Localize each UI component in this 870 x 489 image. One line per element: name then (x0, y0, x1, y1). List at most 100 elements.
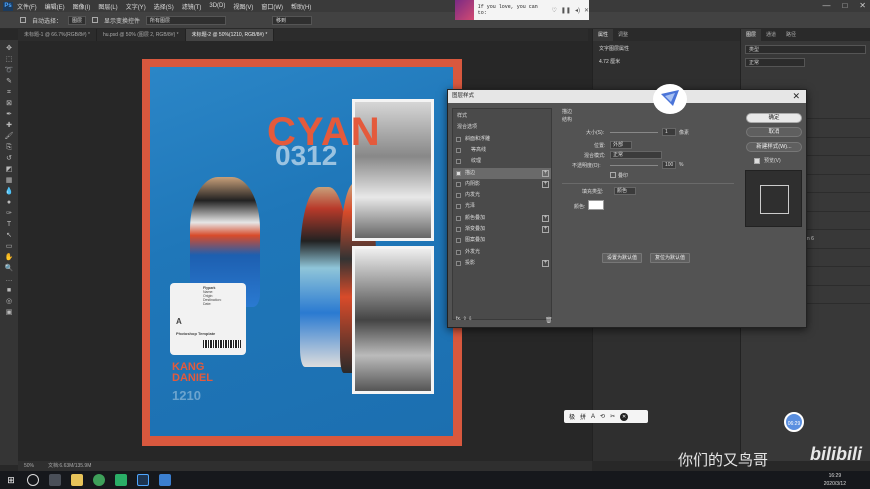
menu-help[interactable]: 帮助(H) (291, 2, 311, 11)
maximize-button[interactable]: □ (842, 0, 847, 12)
fx-footer-icons[interactable]: fx. ⇧ ⇩ (456, 316, 472, 322)
style-item[interactable]: 样式 (453, 111, 551, 122)
frame-icon[interactable]: ⊠ (3, 98, 15, 109)
style-checkbox[interactable] (456, 204, 461, 210)
healing-icon[interactable]: ✚ (3, 120, 15, 131)
gradient-icon[interactable]: ▦ (3, 175, 15, 186)
crop-icon[interactable]: ⌗ (3, 87, 15, 98)
menu-view[interactable]: 视图(V) (233, 2, 253, 11)
tool-text[interactable]: A (591, 414, 595, 420)
align-dropdown[interactable]: 所有图层 (146, 15, 227, 25)
style-checkbox[interactable] (456, 227, 461, 232)
type-icon[interactable]: T (3, 219, 15, 230)
pause-icon[interactable]: ❚❚ (561, 7, 571, 14)
tab-channels[interactable]: 通道 (761, 29, 781, 41)
menu-select[interactable]: 选择(S) (154, 2, 174, 11)
chrome-icon[interactable] (93, 474, 105, 486)
style-item[interactable]: 图案叠加 (453, 235, 551, 246)
style-item[interactable]: 等高线 (453, 145, 551, 156)
emboss-checkbox[interactable] (610, 172, 616, 178)
menu-filter[interactable]: 滤镜(T) (182, 2, 202, 11)
zoom-icon[interactable]: 🔍 (3, 263, 15, 274)
style-item[interactable]: 斜面和浮雕 (453, 134, 551, 145)
add-style-icon[interactable]: + (542, 214, 549, 222)
add-style-icon[interactable]: + (542, 180, 549, 188)
layer-filter[interactable]: 类型 (745, 45, 866, 54)
like-icon[interactable]: ♡ (552, 7, 557, 14)
position-dropdown[interactable]: 外部 (610, 141, 632, 149)
eyedropper-icon[interactable]: ✒ (3, 109, 15, 120)
wechat-icon[interactable] (115, 474, 127, 486)
photoshop-taskbar-icon[interactable] (137, 474, 149, 486)
close-button[interactable]: ✕ (859, 0, 866, 12)
tab-adjustments[interactable]: 调整 (613, 29, 633, 41)
fill-type-dropdown[interactable]: 颜色 (614, 187, 636, 195)
add-style-icon[interactable]: + (542, 226, 549, 233)
style-item[interactable]: 投影 + (453, 258, 551, 269)
style-item[interactable]: 颜色叠加 + (453, 213, 551, 224)
dodge-icon[interactable]: ● (3, 197, 15, 208)
style-item[interactable]: 内发光 (453, 190, 551, 201)
tab-layers[interactable]: 图层 (741, 29, 762, 41)
extra-dropdown[interactable]: 移到 (272, 15, 313, 25)
task-view-icon[interactable] (49, 474, 61, 486)
style-item[interactable]: 纹理 (453, 156, 551, 167)
style-checkbox[interactable] (456, 260, 461, 266)
eraser-icon[interactable]: ◩ (3, 164, 15, 175)
menu-type[interactable]: 文字(Y) (126, 2, 146, 11)
reset-default-button[interactable]: 复位为默认值 (650, 253, 690, 263)
more-icon[interactable]: … (3, 274, 15, 285)
menu-file[interactable]: 文件(F) (17, 2, 37, 11)
lasso-icon[interactable]: ➰ (3, 65, 15, 76)
auto-select-checkbox[interactable] (20, 17, 26, 23)
style-item[interactable]: 内阴影 + (453, 179, 551, 190)
style-checkbox[interactable] (456, 170, 461, 176)
cancel-button[interactable]: 取消 (746, 127, 802, 137)
opacity-field[interactable]: 100 (662, 161, 676, 169)
show-transform-checkbox[interactable] (92, 17, 99, 23)
history-brush-icon[interactable]: ↺ (3, 153, 15, 164)
app-icon[interactable] (159, 474, 171, 486)
ok-button[interactable]: 确定 (746, 113, 802, 123)
auto-select-dropdown[interactable]: 图层 (68, 15, 87, 25)
quickmask-icon[interactable]: ◎ (3, 296, 15, 307)
explorer-icon[interactable] (71, 474, 83, 486)
style-item[interactable]: 光泽 (453, 201, 551, 212)
style-checkbox[interactable] (456, 215, 461, 221)
search-icon[interactable] (27, 474, 39, 486)
zoom-level[interactable]: 50% (24, 461, 34, 471)
style-checkbox[interactable] (456, 181, 461, 187)
add-style-icon[interactable]: + (542, 259, 549, 267)
hand-icon[interactable]: ✋ (3, 252, 15, 263)
opacity-slider[interactable] (610, 165, 658, 166)
tab-properties[interactable]: 属性 (593, 29, 614, 41)
tool-ji[interactable]: 极 (569, 412, 575, 421)
close-icon[interactable]: ✕ (792, 90, 800, 103)
menu-image[interactable]: 图像(I) (73, 2, 91, 11)
colors-icon[interactable]: ■ (3, 285, 15, 296)
style-checkbox[interactable] (456, 147, 461, 153)
windows-icon[interactable]: ⊞ (5, 474, 17, 486)
pen-icon[interactable]: ✑ (3, 208, 15, 219)
trash-icon[interactable]: 🗑 (545, 317, 553, 324)
stamp-icon[interactable]: ⎘ (3, 142, 15, 153)
minimize-button[interactable]: — (822, 0, 830, 12)
color-swatch[interactable] (588, 200, 604, 210)
menu-edit[interactable]: 编辑(E) (45, 2, 65, 11)
path-select-icon[interactable]: ↖ (3, 230, 15, 241)
size-slider[interactable] (610, 132, 658, 133)
preview-checkbox[interactable] (754, 158, 760, 164)
style-item[interactable]: 描边 + (453, 167, 551, 179)
set-default-button[interactable]: 设置为默认值 (602, 253, 642, 263)
size-field[interactable]: 1 (662, 128, 676, 136)
add-style-icon[interactable]: + (542, 169, 549, 177)
new-style-button[interactable]: 新建样式(W)... (746, 142, 802, 152)
brush-icon[interactable]: 🖌 (3, 131, 15, 142)
menu-window[interactable]: 窗口(W) (261, 2, 283, 11)
screenmode-icon[interactable]: ▣ (3, 307, 15, 318)
style-item[interactable]: 混合选项 (453, 122, 551, 133)
move-icon[interactable]: ✥ (3, 43, 15, 54)
properties-value[interactable]: 4.72 厘米 (593, 56, 740, 67)
menu-layer[interactable]: 图层(L) (98, 2, 117, 11)
style-checkbox[interactable] (456, 159, 461, 165)
